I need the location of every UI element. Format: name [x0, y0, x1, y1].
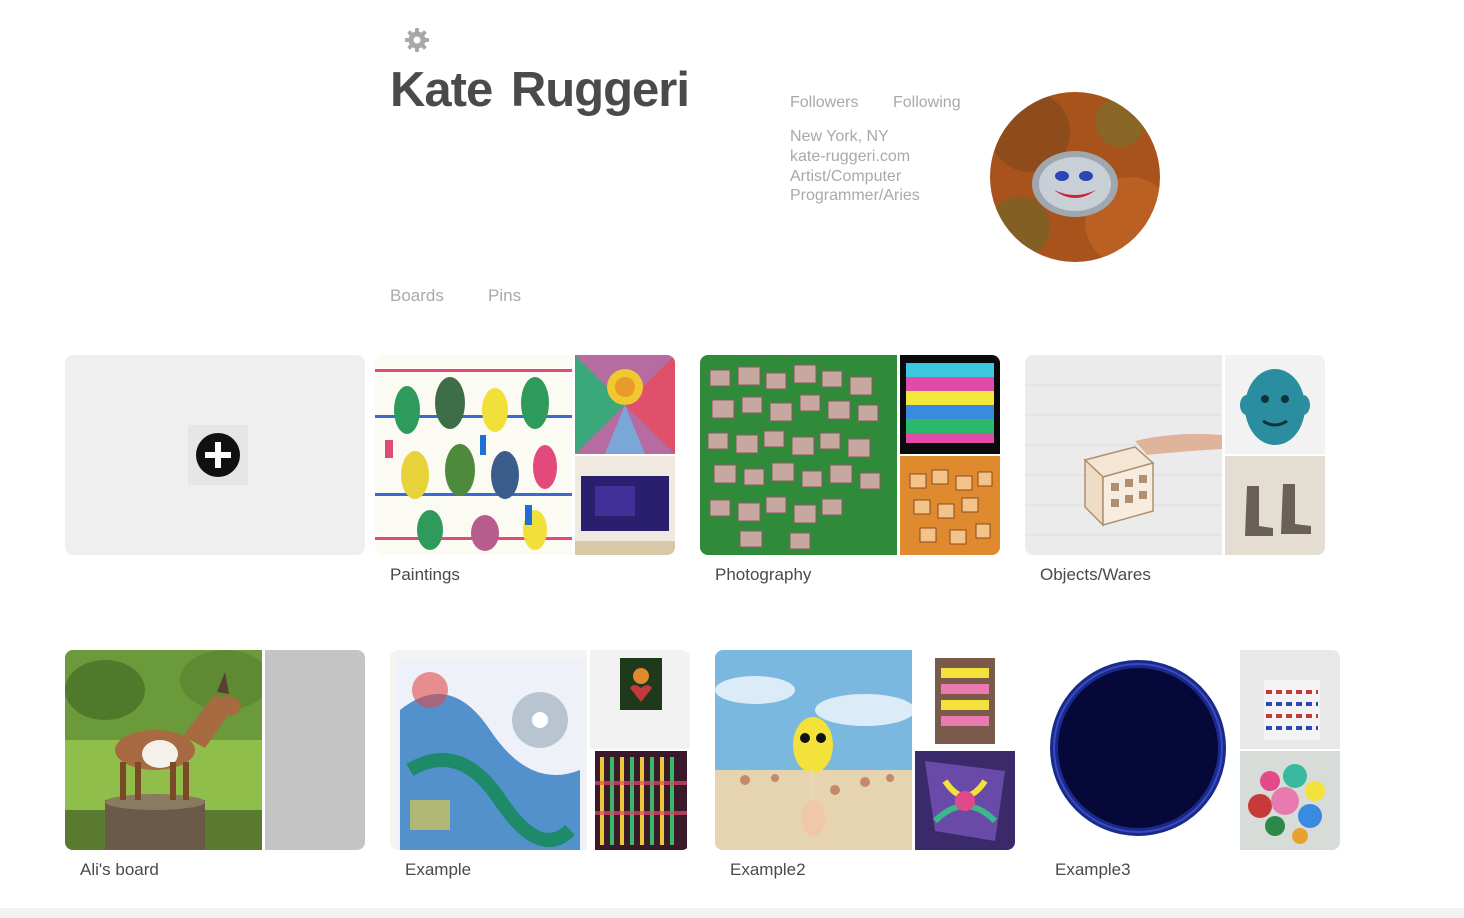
board-cover-image	[375, 355, 572, 555]
board-thumbnail	[1240, 650, 1340, 749]
tab-pins[interactable]: Pins	[488, 286, 521, 306]
board-title[interactable]: Example	[405, 860, 471, 880]
following-link[interactable]: Following	[893, 94, 961, 112]
board-example[interactable]	[390, 650, 690, 850]
board-title[interactable]: Paintings	[390, 565, 460, 585]
board-thumbnail	[900, 355, 1000, 454]
avatar[interactable]	[990, 92, 1160, 262]
board-alis-board[interactable]	[65, 650, 365, 850]
board-cover-image	[1040, 650, 1237, 850]
board-title[interactable]: Objects/Wares	[1040, 565, 1151, 585]
profile-website-link[interactable]: kate-ruggeri.com	[790, 147, 910, 166]
board-photography[interactable]	[700, 355, 1000, 555]
profile-location: New York, NY	[790, 128, 889, 145]
followers-link[interactable]: Followers	[790, 94, 858, 112]
board-thumbnail	[900, 456, 1000, 555]
tab-boards[interactable]: Boards	[390, 286, 444, 306]
board-thumbnail	[575, 456, 675, 555]
gear-icon[interactable]	[403, 26, 431, 54]
board-cover-image	[700, 355, 897, 555]
board-title[interactable]: Photography	[715, 565, 811, 585]
board-title[interactable]: Example2	[730, 860, 806, 880]
plus-circle-icon	[188, 425, 248, 485]
profile-name: Kate Ruggeri	[390, 63, 690, 117]
board-title[interactable]: Example3	[1055, 860, 1131, 880]
board-thumbnail	[1225, 355, 1325, 454]
bottom-scroll-bar	[0, 908, 1464, 918]
board-thumbnail	[915, 650, 1015, 749]
board-paintings[interactable]	[375, 355, 675, 555]
board-objects-wares[interactable]	[1025, 355, 1325, 555]
board-thumbnail	[590, 650, 690, 749]
board-cover-image	[65, 650, 262, 850]
board-thumbnail	[590, 751, 690, 850]
board-example2[interactable]	[715, 650, 1015, 850]
board-thumbnail	[575, 355, 675, 454]
board-thumbnail	[1225, 456, 1325, 555]
board-thumbnail	[915, 751, 1015, 850]
create-board-button[interactable]	[65, 355, 365, 555]
board-thumbnail-placeholder	[265, 650, 365, 850]
board-cover-image	[390, 650, 587, 850]
profile-bio: Artist/Computer Programmer/Aries	[790, 168, 920, 204]
board-cover-image	[715, 650, 912, 850]
board-thumbnail	[1240, 751, 1340, 850]
board-title[interactable]: Ali's board	[80, 860, 159, 880]
board-cover-image	[1025, 355, 1222, 555]
board-example3[interactable]	[1040, 650, 1340, 850]
